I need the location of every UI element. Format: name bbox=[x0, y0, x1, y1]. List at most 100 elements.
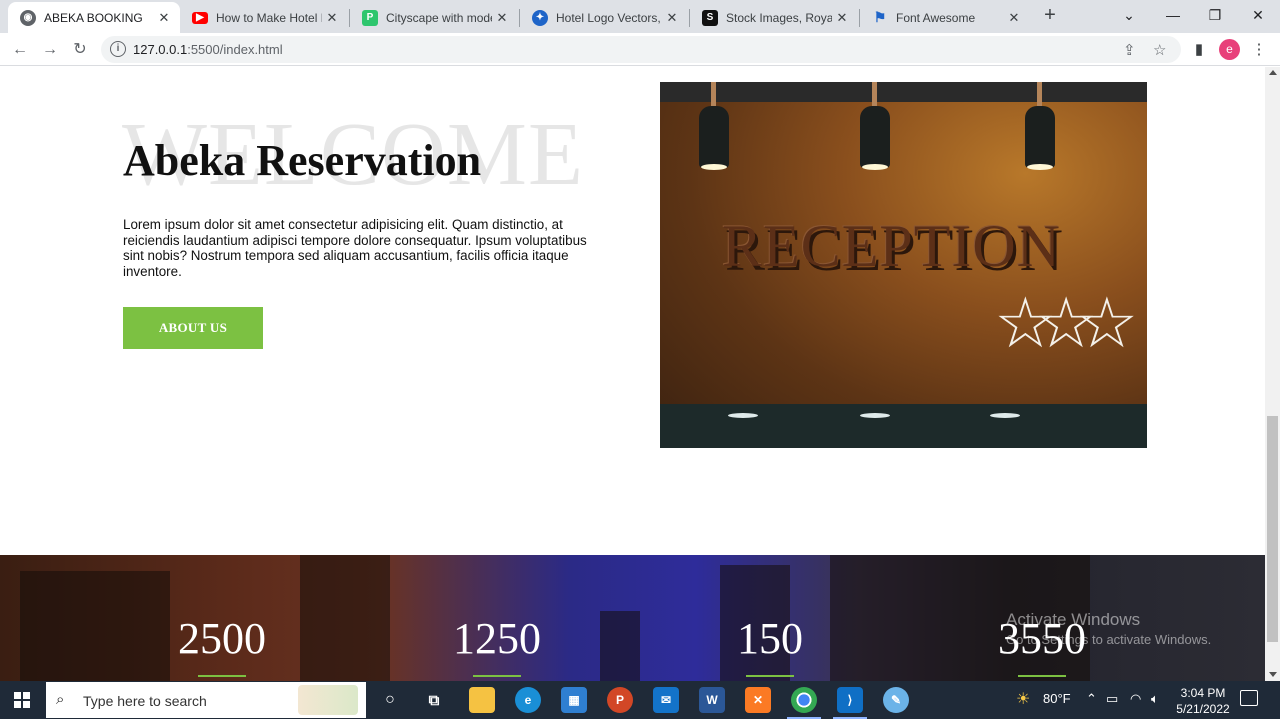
activate-windows-title: Activate Windows bbox=[1006, 610, 1141, 629]
paint-icon[interactable]: ✎ bbox=[883, 687, 909, 713]
cortana-icon[interactable]: ○ bbox=[377, 687, 403, 713]
close-icon[interactable]: ✕ bbox=[154, 10, 174, 26]
reception-sign: RECEPTION bbox=[722, 213, 1061, 279]
scrollbar-thumb[interactable] bbox=[1267, 416, 1278, 642]
windows-start-icon[interactable] bbox=[14, 692, 30, 708]
scroll-up-arrow-icon[interactable] bbox=[1269, 70, 1277, 75]
task-view-icon[interactable]: ⧉ bbox=[421, 687, 447, 713]
stat-value: 1250 bbox=[453, 614, 541, 663]
search-highlight-image bbox=[298, 685, 358, 715]
lamp-cord bbox=[711, 82, 716, 108]
lamp-cord bbox=[1037, 82, 1042, 108]
pendant-lamp bbox=[699, 106, 729, 170]
info-icon[interactable]: i bbox=[110, 41, 126, 57]
microsoft-store-icon[interactable]: ▦ bbox=[561, 687, 587, 713]
activate-windows-subtitle: Go to Settings to activate Windows. bbox=[1006, 632, 1212, 647]
page-viewport: WELCOME Abeka Reservation Lorem ipsum do… bbox=[0, 67, 1265, 681]
shutterstock-icon: S bbox=[702, 9, 718, 26]
pixabay-icon: P bbox=[362, 9, 378, 26]
notification-center-icon[interactable] bbox=[1240, 690, 1258, 706]
close-icon[interactable]: ✕ bbox=[662, 10, 682, 26]
show-hidden-icons-chevron-icon[interactable]: ⌃ bbox=[1086, 691, 1097, 707]
about-us-button[interactable]: ABOUT US bbox=[123, 307, 263, 349]
side-panel-icon[interactable]: ▮ bbox=[1187, 38, 1211, 62]
tab-cityscape[interactable]: P Cityscape with moder ✕ bbox=[350, 2, 518, 33]
wifi-icon[interactable]: ◠ bbox=[1130, 691, 1141, 707]
powerpoint-icon[interactable]: P bbox=[607, 687, 633, 713]
stat-value: 2500 bbox=[178, 614, 266, 663]
share-icon[interactable]: ⇪ bbox=[1123, 41, 1136, 59]
tab-youtube[interactable]: ▶ How to Make Hotel Bo ✕ bbox=[180, 2, 348, 33]
bird-icon: ✦ bbox=[532, 9, 548, 26]
tab-abeka-booking[interactable]: ◉ ABEKA BOOKING ✕ bbox=[8, 2, 180, 33]
weather-temperature[interactable]: 80°F bbox=[1043, 691, 1071, 706]
clock-time: 3:04 PM bbox=[1180, 686, 1226, 700]
flag-icon: ⚑ bbox=[873, 9, 887, 25]
weather-icon[interactable]: ☀ bbox=[1016, 689, 1030, 709]
stat-underline bbox=[473, 675, 521, 677]
back-arrow-icon[interactable]: ← bbox=[8, 38, 32, 62]
stat-underline bbox=[746, 675, 794, 677]
youtube-icon: ▶ bbox=[192, 11, 208, 24]
file-explorer-icon[interactable] bbox=[469, 687, 495, 713]
search-icon: ⌕ bbox=[56, 691, 65, 708]
tab-title: ABEKA BOOKING bbox=[44, 10, 143, 25]
battery-icon[interactable]: ▭ bbox=[1106, 691, 1118, 707]
close-icon[interactable]: ✕ bbox=[492, 10, 512, 26]
stat-underline bbox=[198, 675, 246, 677]
url-host: 127.0.0.1 bbox=[133, 42, 188, 57]
url-text[interactable]: 127.0.0.1:5500/index.html bbox=[133, 42, 283, 57]
desk-light bbox=[728, 413, 758, 418]
minimize-icon[interactable]: — bbox=[1153, 4, 1193, 26]
tab-search-chevron-icon[interactable]: ⌄ bbox=[1109, 4, 1149, 26]
desk-light bbox=[860, 413, 890, 418]
word-icon[interactable]: W bbox=[699, 687, 725, 713]
reload-icon[interactable]: ↻ bbox=[68, 38, 92, 62]
lamp-cord bbox=[872, 82, 877, 108]
stat-underline bbox=[1018, 675, 1066, 677]
xampp-icon[interactable]: ✕ bbox=[745, 687, 771, 713]
close-icon[interactable]: ✕ bbox=[322, 10, 342, 26]
taskbar-search-box[interactable]: ⌕ Type here to search bbox=[46, 682, 366, 718]
windows-taskbar: ⌕ Type here to search ○ ⧉ e ▦ P ✉ W ✕ ⟩ … bbox=[0, 681, 1280, 719]
url-path: :5500/index.html bbox=[187, 42, 283, 57]
edge-icon[interactable]: e bbox=[515, 687, 541, 713]
restore-icon[interactable]: ❐ bbox=[1195, 4, 1235, 26]
tab-title: Font Awesome bbox=[896, 10, 976, 25]
scroll-down-arrow-icon[interactable] bbox=[1269, 672, 1277, 677]
tab-title: Hotel Logo Vectors, Pl bbox=[556, 10, 662, 25]
mail-icon[interactable]: ✉ bbox=[653, 687, 679, 713]
tab-title: Stock Images, Royalty bbox=[726, 10, 832, 25]
search-placeholder: Type here to search bbox=[83, 693, 207, 709]
new-tab-button[interactable]: + bbox=[1039, 4, 1061, 26]
address-bar[interactable]: i 127.0.0.1:5500/index.html ⇪ ☆ bbox=[101, 36, 1181, 63]
forward-arrow-icon[interactable]: → bbox=[38, 38, 62, 62]
taskbar-clock[interactable]: 3:04 PM 5/21/2022 bbox=[1172, 685, 1234, 717]
profile-avatar[interactable]: e bbox=[1219, 39, 1240, 60]
bookmark-star-icon[interactable]: ☆ bbox=[1153, 41, 1166, 59]
browser-tab-bar: ◉ ABEKA BOOKING ✕ ▶ How to Make Hotel Bo… bbox=[0, 0, 1280, 33]
tab-font-awesome[interactable]: ⚑ Font Awesome ✕ bbox=[860, 2, 1030, 33]
stat-value: 150 bbox=[737, 614, 803, 663]
reception-image: RECEPTION ☆☆☆ bbox=[660, 82, 1147, 448]
browser-toolbar: ← → ↻ i 127.0.0.1:5500/index.html ⇪ ☆ ▮ … bbox=[0, 33, 1280, 66]
reception-desk bbox=[660, 404, 1147, 448]
menu-kebab-icon[interactable]: ⋮ bbox=[1247, 38, 1271, 62]
desk-light bbox=[990, 413, 1020, 418]
vscode-icon[interactable]: ⟩ bbox=[833, 687, 867, 719]
tab-stock-images[interactable]: S Stock Images, Royalty ✕ bbox=[690, 2, 858, 33]
ceiling bbox=[660, 82, 1147, 102]
tab-hotel-logo-vectors[interactable]: ✦ Hotel Logo Vectors, Pl ✕ bbox=[520, 2, 688, 33]
close-icon[interactable]: ✕ bbox=[832, 10, 852, 26]
volume-icon[interactable]: 🔈︎ bbox=[1151, 691, 1159, 707]
page-title: Abeka Reservation bbox=[123, 136, 482, 185]
building bbox=[600, 611, 640, 681]
star-trophies-icon: ☆☆☆ bbox=[994, 284, 1138, 362]
page-scrollbar[interactable] bbox=[1265, 67, 1280, 681]
chrome-icon[interactable] bbox=[787, 687, 821, 719]
window-close-icon[interactable]: ✕ bbox=[1238, 4, 1278, 26]
close-icon[interactable]: ✕ bbox=[1004, 10, 1024, 26]
globe-icon: ◉ bbox=[20, 9, 36, 26]
clock-date: 5/21/2022 bbox=[1176, 702, 1230, 716]
pendant-lamp bbox=[1025, 106, 1055, 170]
